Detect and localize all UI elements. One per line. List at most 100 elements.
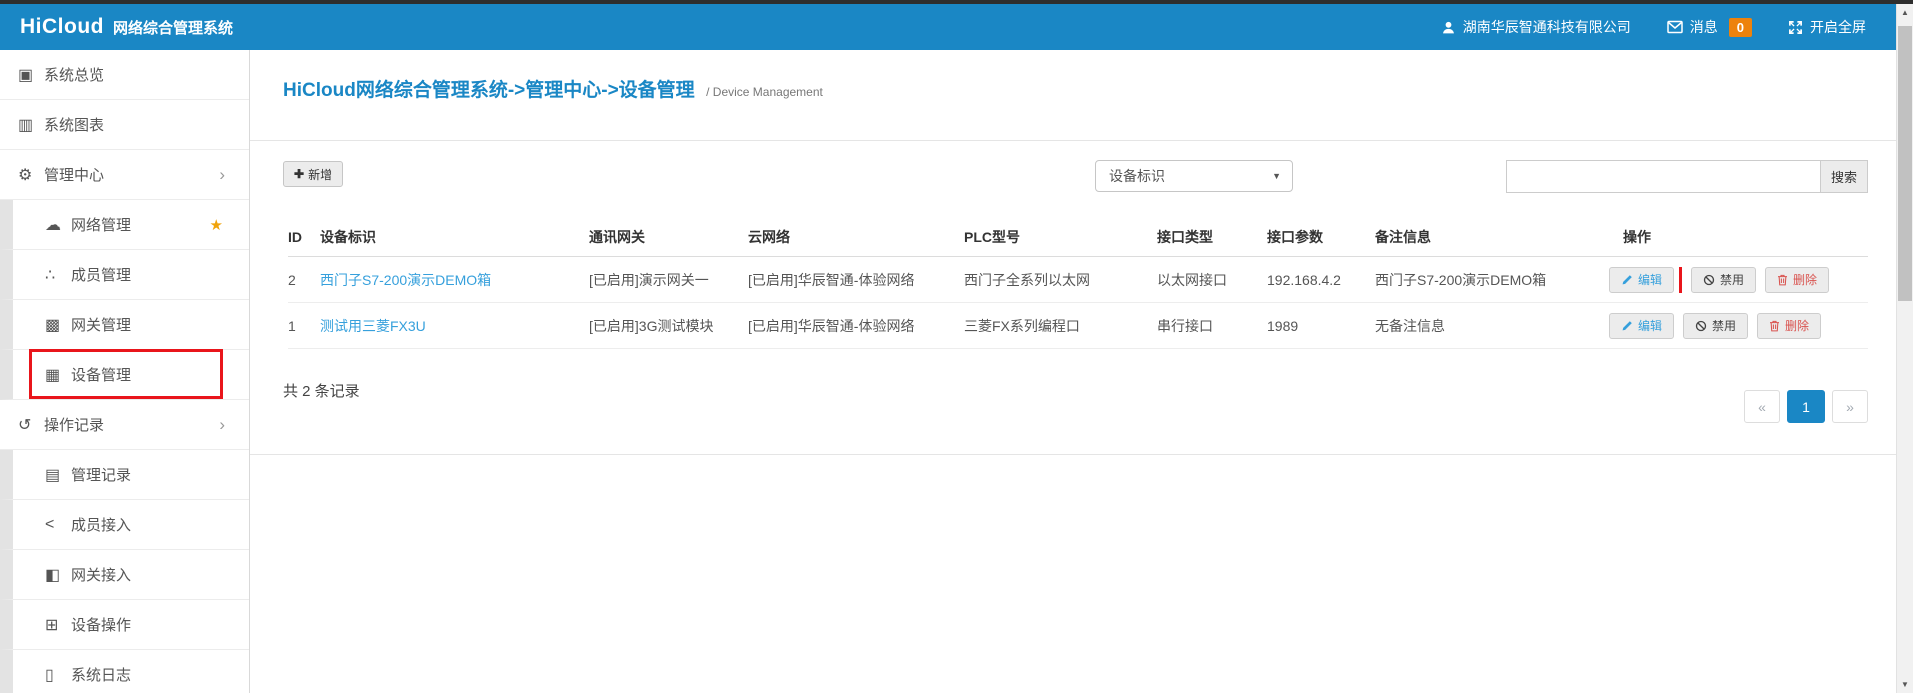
cell-remark: 西门子S7-200演示DEMO箱 [1375,270,1623,290]
disable-button-label: 禁用 [1720,271,1744,288]
star-icon: ★ [210,216,223,234]
history-icon: ↺ [18,415,44,435]
search-button[interactable]: 搜索 [1820,160,1868,193]
page-subtitle: / Device Management [706,85,823,99]
cell-remark: 无备注信息 [1375,316,1623,336]
cell-cloud: [已启用]华辰智通-体验网络 [748,270,964,290]
gears-icon: ⚙ [18,165,44,185]
cell-id: 1 [288,318,320,334]
delete-button[interactable]: 删除 [1757,313,1821,339]
column-header-actions: 操作 [1623,227,1868,247]
scrollbar-down-arrow[interactable]: ▼ [1897,676,1913,693]
title-divider [250,140,1896,141]
sidebar-item-device-management[interactable]: ▦ 设备管理 [0,350,249,400]
sidebar-item-member-access[interactable]: < 成员接入 [0,500,249,550]
trash-icon [1769,320,1780,332]
sidebar-item-management-center[interactable]: ⚙ 管理中心 › [0,150,249,200]
sidebar-item-member-management[interactable]: ∴ 成员管理 [0,250,249,300]
scrollbar-up-arrow[interactable]: ▲ [1897,4,1913,21]
caret-down-icon: ▼ [1272,161,1281,191]
cell-plc: 三菱FX系列编程口 [964,316,1157,336]
bar-chart-icon: ▥ [18,115,44,135]
add-button-label: 新增 [308,166,332,183]
sidebar-item-device-operations[interactable]: ⊞ 设备操作 [0,600,249,650]
search-input[interactable] [1506,160,1821,193]
envelope-icon [1667,20,1683,34]
navbar-fullscreen[interactable]: 开启全屏 [1788,17,1866,37]
filter-dropdown-value: 设备标识 [1109,168,1165,184]
sidebar-item-label: 系统图表 [44,114,104,135]
pencil-icon [1621,274,1633,286]
sidebar-item-label: 设备操作 [71,614,131,635]
cell-gateway: [已启用]演示网关一 [589,270,748,290]
user-icon [1441,20,1456,35]
pagination-page-1[interactable]: 1 [1787,390,1825,423]
page-title: HiCloud网络综合管理系统->管理中心->设备管理 [283,80,695,101]
edit-button-label: 编辑 [1638,271,1662,288]
fullscreen-label: 开启全屏 [1810,17,1866,37]
scrollbar-thumb[interactable] [1898,26,1912,301]
cell-iface-param: 192.168.4.2 [1267,272,1375,288]
device-link[interactable]: 测试用三菱FX3U [320,318,426,334]
cell-iface-param: 1989 [1267,318,1375,334]
top-navbar: HiCloud 网络综合管理系统 湖南华辰智通科技有限公司 消息 0 [0,4,1896,50]
disable-button[interactable]: 禁用 [1683,313,1748,339]
chevron-right-icon: › [219,165,225,185]
calendar-icon: ▦ [45,365,71,385]
record-count: 共 2 条记录 [283,380,360,401]
sidebar-item-label: 系统日志 [71,664,131,685]
fullscreen-icon [1788,20,1803,35]
column-header-device: 设备标识 [320,227,589,247]
navbar-messages[interactable]: 消息 0 [1667,17,1752,37]
search-group: 搜索 [1506,160,1868,193]
sidebar: ▣ 系统总览 ▥ 系统图表 ⚙ 管理中心 › ☁ 网络管理 ★ ∴ 成员管理 ▩… [0,50,250,693]
company-name: 湖南华辰智通科技有限公司 [1463,17,1631,37]
pagination-prev[interactable]: « [1744,390,1780,423]
sidebar-item-network-management[interactable]: ☁ 网络管理 ★ [0,200,249,250]
column-header-plc: PLC型号 [964,227,1157,247]
sidebar-item-gateway-management[interactable]: ▩ 网关管理 [0,300,249,350]
sidebar-item-system-logs[interactable]: ▯ 系统日志 [0,650,249,693]
cell-plc: 西门子全系列以太网 [964,270,1157,290]
ban-icon [1695,320,1707,332]
column-header-cloud: 云网络 [748,227,964,247]
sidebar-item-label: 操作记录 [44,414,104,435]
toolbar: ✚ 新增 设备标识 ▼ 搜索 [250,160,1896,194]
cell-actions: 编辑 禁用 删除 [1609,267,1868,293]
sidebar-item-management-records[interactable]: ▤ 管理记录 [0,450,249,500]
main-content: HiCloud网络综合管理系统->管理中心->设备管理 / Device Man… [250,50,1896,693]
annotation-box-edit-button: 编辑 [1609,267,1682,293]
sidebar-item-gateway-access[interactable]: ◧ 网关接入 [0,550,249,600]
disable-button[interactable]: 禁用 [1691,267,1756,293]
column-header-id: ID [288,229,320,245]
sidebar-item-label: 管理中心 [44,164,104,185]
delete-button[interactable]: 删除 [1765,267,1829,293]
cell-cloud: [已启用]华辰智通-体验网络 [748,316,964,336]
table-row: 1 测试用三菱FX3U [已启用]3G测试模块 [已启用]华辰智通-体验网络 三… [288,303,1868,349]
chevron-right-icon: › [219,415,225,435]
edit-button[interactable]: 编辑 [1609,313,1674,339]
add-button[interactable]: ✚ 新增 [283,161,343,187]
cell-gateway: [已启用]3G测试模块 [589,316,748,336]
disable-button-label: 禁用 [1712,317,1736,334]
messages-label: 消息 [1690,17,1718,37]
cell-id: 2 [288,272,320,288]
device-link[interactable]: 西门子S7-200演示DEMO箱 [320,272,491,288]
edit-button[interactable]: 编辑 [1609,267,1674,293]
pagination-next[interactable]: » [1832,390,1868,423]
column-header-gateway: 通讯网关 [589,227,748,247]
vertical-scrollbar[interactable]: ▲ ▼ [1896,4,1913,693]
sidebar-item-system-charts[interactable]: ▥ 系统图表 [0,100,249,150]
breadcrumb: HiCloud网络综合管理系统->管理中心->设备管理 / Device Man… [250,50,1896,102]
sidebar-item-label: 成员管理 [71,264,131,285]
edit-button-label: 编辑 [1638,317,1662,334]
sidebar-item-operation-records[interactable]: ↺ 操作记录 › [0,400,249,450]
trash-icon [1777,274,1788,286]
sidebar-item-system-overview[interactable]: ▣ 系统总览 [0,50,249,100]
plus-icon: ✚ [294,167,304,181]
navbar-company[interactable]: 湖南华辰智通科技有限公司 [1441,17,1631,37]
brand-logo[interactable]: HiCloud 网络综合管理系统 [20,15,233,39]
pencil-icon [1621,320,1633,332]
file-text-icon: ▤ [45,465,71,485]
filter-dropdown[interactable]: 设备标识 ▼ [1095,160,1293,192]
